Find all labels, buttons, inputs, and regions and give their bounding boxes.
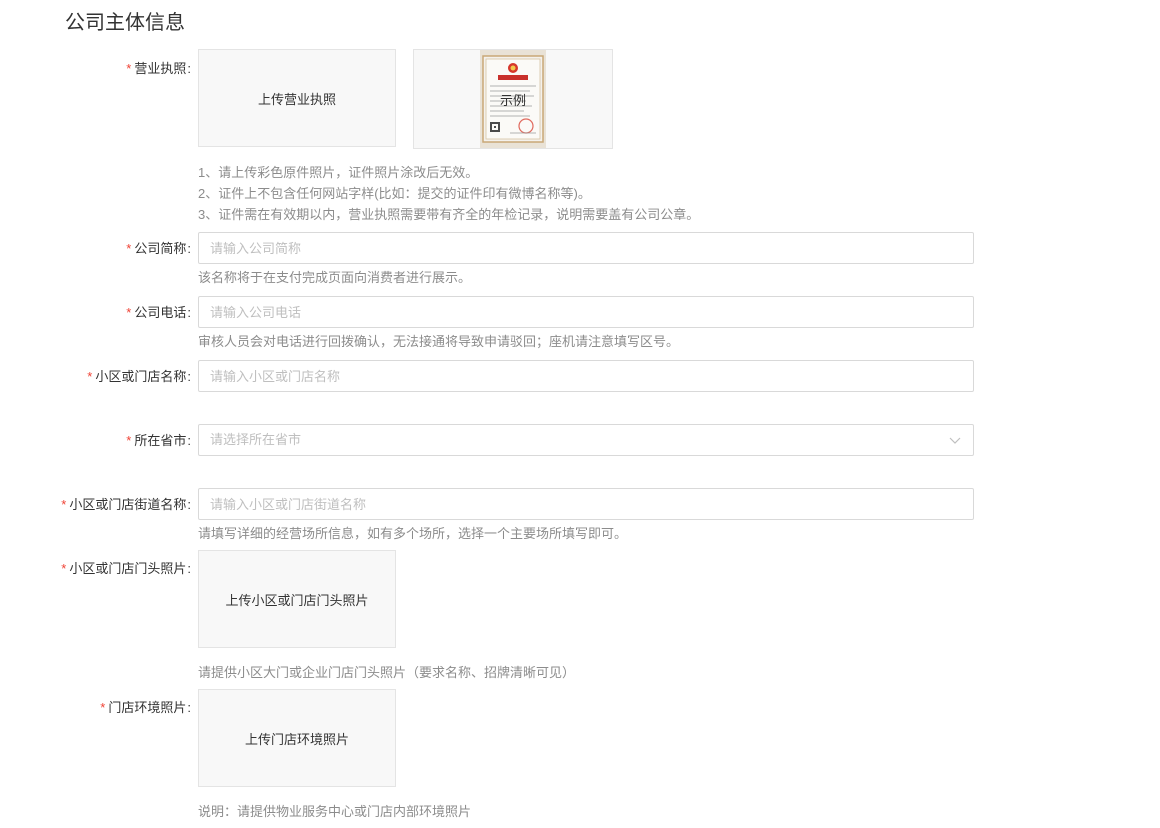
company-short-name-hint: 该名称将于在支付完成页面向消费者进行展示。: [198, 270, 472, 285]
environment-upload-text: 上传门店环境照片: [244, 731, 349, 747]
license-tip-1: 1、请上传彩色原件照片，证件照片涂改后无效。: [198, 165, 479, 180]
street-name-input[interactable]: [198, 488, 974, 520]
company-phone-input[interactable]: [198, 296, 974, 328]
store-name-label: * 小区或门店名称:: [87, 369, 191, 384]
required-mark: *: [87, 369, 93, 384]
province-city-select[interactable]: 请选择所在省市: [198, 424, 974, 456]
required-mark: *: [126, 433, 132, 448]
license-sample[interactable]: 示例: [413, 49, 613, 149]
storefront-photo-label: * 小区或门店门头照片:: [61, 561, 191, 576]
storefront-photo-hint: 请提供小区大门或企业门店门头照片（要求名称、招牌清晰可见）: [198, 665, 576, 680]
section-title: 公司主体信息: [65, 12, 185, 34]
environment-photo-upload-button[interactable]: 上传门店环境照片: [198, 689, 396, 787]
company-info-form: 公司主体信息 * 营业执照: 上传营业执照 示例 1、请上传彩色原件照片，证件照…: [0, 0, 1160, 828]
storefront-upload-text: 上传小区或门店门头照片: [225, 592, 369, 608]
store-name-input[interactable]: [198, 360, 974, 392]
required-mark: *: [61, 497, 67, 512]
license-tip-3: 3、证件需在有效期以内，营业执照需要带有齐全的年检记录，说明需要盖有公司公章。: [198, 207, 700, 222]
environment-photo-hint: 说明：请提供物业服务中心或门店内部环境照片: [198, 804, 472, 819]
license-tip-2: 2、证件上不包含任何网站字样(比如：提交的证件印有微博名称等)。: [198, 186, 591, 201]
license-label: * 营业执照:: [126, 61, 191, 76]
required-mark: *: [61, 561, 67, 576]
license-upload-text: 上传营业执照: [257, 91, 336, 107]
license-upload-button[interactable]: 上传营业执照: [198, 49, 396, 147]
street-name-hint: 请填写详细的经营场所信息，如有多个场所，选择一个主要场所填写即可。: [198, 526, 628, 541]
storefront-photo-upload-button[interactable]: 上传小区或门店门头照片: [198, 550, 396, 648]
required-mark: *: [126, 61, 132, 76]
street-name-label: * 小区或门店街道名称:: [61, 497, 191, 512]
province-city-label: * 所在省市:: [126, 433, 191, 448]
company-phone-label: * 公司电话:: [126, 305, 191, 320]
environment-photo-label: * 门店环境照片:: [100, 700, 191, 715]
company-phone-hint: 审核人员会对电话进行回拨确认，无法接通将导致申请驳回；座机请注意填写区号。: [198, 334, 680, 349]
province-city-placeholder: 请选择所在省市: [210, 432, 302, 447]
required-mark: *: [126, 305, 132, 320]
required-mark: *: [126, 241, 132, 256]
company-short-name-label: * 公司简称:: [126, 241, 191, 256]
license-sample-text: 示例: [499, 93, 526, 108]
required-mark: *: [100, 700, 106, 715]
chevron-down-icon: [949, 437, 961, 444]
company-short-name-input[interactable]: [198, 232, 974, 264]
